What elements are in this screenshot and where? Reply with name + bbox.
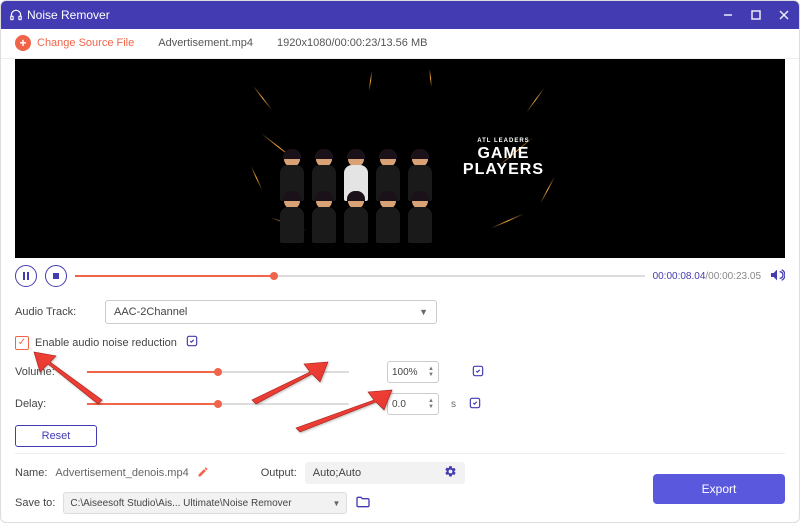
saveto-select[interactable]: C:\Aiseesoft Studio\Ais... Ultimate\Nois…: [63, 492, 347, 514]
delay-reset-icon[interactable]: [468, 396, 482, 413]
close-button[interactable]: [777, 8, 791, 22]
time-total: 00:00:23.05: [708, 271, 761, 282]
delay-input[interactable]: 0.0 ▲▼: [387, 393, 439, 415]
plus-icon: +: [15, 35, 31, 51]
volume-input[interactable]: 100% ▲▼: [387, 361, 439, 383]
change-source-label: Change Source File: [37, 37, 134, 49]
audio-track-value: AAC-2Channel: [114, 306, 187, 318]
pause-button[interactable]: [15, 265, 37, 287]
preview-subtitle: ATL LEADERS: [463, 138, 544, 144]
noise-reset-icon[interactable]: [185, 334, 199, 351]
delay-label: Delay:: [15, 398, 75, 410]
stop-button[interactable]: [45, 265, 67, 287]
gear-icon[interactable]: [444, 465, 457, 481]
preview-title-line2: PLAYERS: [463, 162, 544, 178]
volume-reset-icon[interactable]: [471, 364, 485, 381]
toolbar: + Change Source File Advertisement.mp4 1…: [1, 29, 799, 59]
audio-track-select[interactable]: AAC-2Channel ▼: [105, 300, 437, 324]
volume-value: 100%: [392, 367, 418, 378]
preview-title-line1: GAME: [463, 146, 544, 162]
preview-title-block: ATL LEADERS GAME PLAYERS: [463, 138, 544, 178]
delay-unit: s: [451, 399, 456, 410]
app-title: Noise Remover: [27, 8, 110, 22]
source-filename: Advertisement.mp4: [158, 37, 253, 49]
name-value: Advertisement_denois.mp4: [55, 467, 188, 479]
headphones-icon: [9, 8, 23, 22]
reset-button[interactable]: Reset: [15, 425, 97, 447]
saveto-label: Save to:: [15, 497, 55, 509]
delay-value: 0.0: [392, 399, 406, 410]
saveto-value: C:\Aiseesoft Studio\Ais... Ultimate\Nois…: [70, 498, 291, 509]
folder-icon[interactable]: [355, 494, 371, 513]
volume-slider[interactable]: [87, 363, 349, 381]
chevron-down-icon[interactable]: ▼: [428, 372, 434, 378]
timeline-slider[interactable]: [75, 264, 645, 288]
time-display: 00:00:08.04/00:00:23.05: [653, 271, 761, 282]
volume-icon[interactable]: [769, 267, 785, 286]
play-controls: 00:00:08.04/00:00:23.05: [1, 258, 799, 294]
chevron-down-icon: ▼: [419, 307, 428, 317]
edit-name-icon[interactable]: [197, 466, 209, 481]
footer: Name: Advertisement_denois.mp4 Output: A…: [1, 454, 799, 522]
video-preview: ATL LEADERS GAME PLAYERS: [15, 59, 785, 258]
minimize-button[interactable]: [721, 8, 735, 22]
enable-noise-checkbox[interactable]: ✓: [15, 336, 29, 350]
titlebar: Noise Remover: [1, 1, 799, 29]
preview-people: [276, 101, 436, 251]
export-button[interactable]: Export: [653, 474, 785, 504]
audio-track-label: Audio Track:: [15, 306, 93, 318]
chevron-down-icon: ▼: [332, 499, 340, 508]
time-current: 00:00:08.04: [653, 271, 706, 282]
enable-noise-label: Enable audio noise reduction: [35, 337, 177, 349]
settings-panel: Audio Track: AAC-2Channel ▼ ✓ Enable aud…: [1, 294, 799, 453]
source-info: 1920x1080/00:00:23/13.56 MB: [277, 37, 427, 49]
chevron-down-icon[interactable]: ▼: [428, 404, 434, 410]
output-value: Auto;Auto: [313, 467, 361, 479]
delay-slider[interactable]: [87, 395, 349, 413]
volume-label: Volume:: [15, 366, 75, 378]
output-label: Output:: [261, 467, 297, 479]
change-source-button[interactable]: + Change Source File: [15, 35, 134, 51]
output-value-field[interactable]: Auto;Auto: [305, 462, 465, 484]
name-label: Name:: [15, 467, 47, 479]
maximize-button[interactable]: [749, 8, 763, 22]
